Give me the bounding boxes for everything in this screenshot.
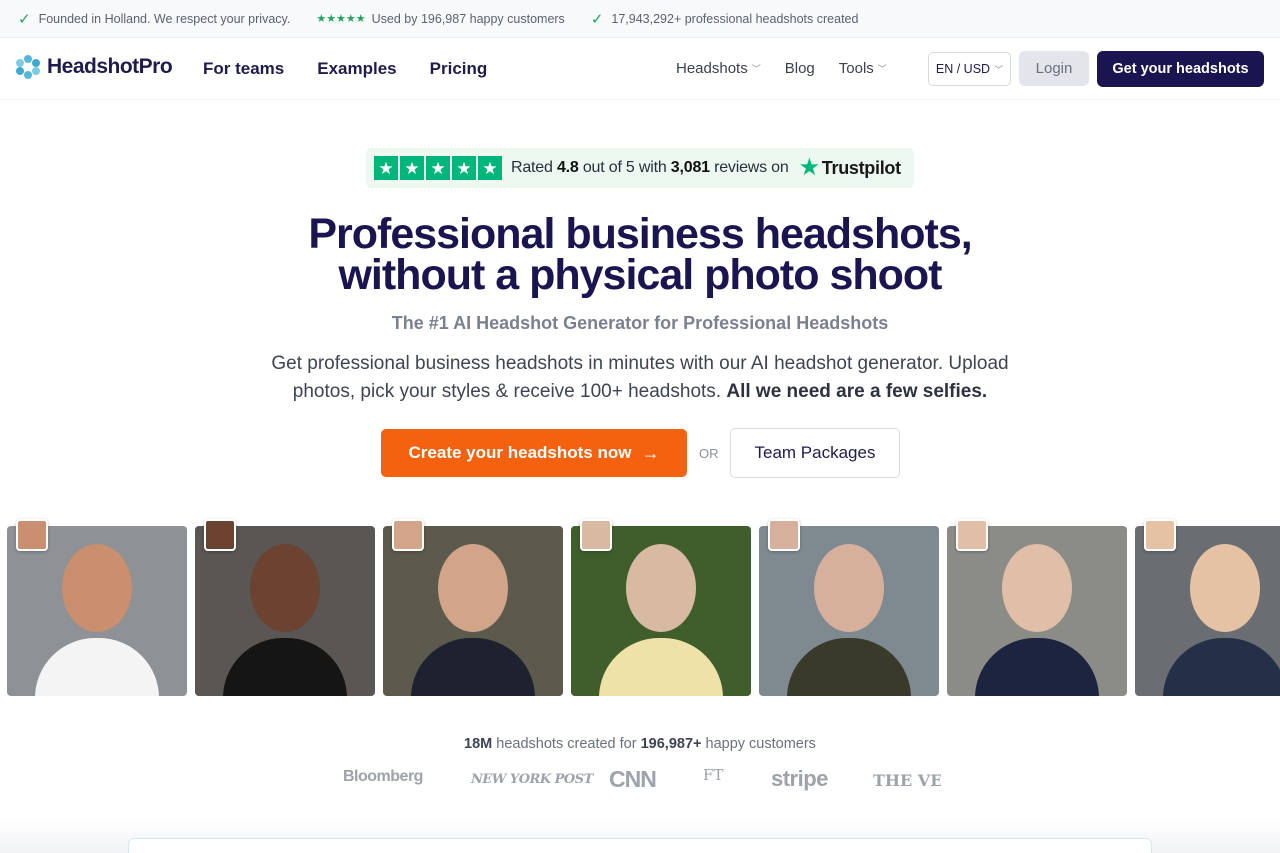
stats-suffix: happy customers xyxy=(705,736,816,752)
create-headshots-label: Create your headshots now xyxy=(408,443,632,462)
trustpilot-badge[interactable]: ★ ★ ★ ★ ★ Rated 4.8 out of 5 with 3,081 … xyxy=(366,148,914,188)
logo[interactable]: HeadshotPro xyxy=(16,55,173,79)
privacy-text: Founded in Holland. We respect your priv… xyxy=(38,11,291,26)
next-section-card xyxy=(128,838,1152,853)
nav-headshots-label: Headshots xyxy=(676,60,748,77)
star-icon: ★ xyxy=(400,156,424,180)
selfie-thumbnail xyxy=(1144,519,1176,551)
arrow-right-icon: → xyxy=(641,442,660,463)
logo-icon xyxy=(16,55,40,79)
description-bold: All we need are a few selfies. xyxy=(726,381,988,402)
chevron-down-icon: ﹀ xyxy=(994,64,1004,75)
team-packages-button[interactable]: Team Packages xyxy=(730,428,900,478)
star-icon: ★ xyxy=(452,156,476,180)
announcement-bar: ✓ Founded in Holland. We respect your pr… xyxy=(0,0,1280,38)
hero-description: Get professional business headshots in m… xyxy=(250,350,1030,406)
nav-link-blog[interactable]: Blog xyxy=(785,60,815,77)
headshot-photo xyxy=(947,526,1127,696)
nav-link-examples[interactable]: Examples xyxy=(317,59,396,79)
nav-link-pricing[interactable]: Pricing xyxy=(430,59,488,79)
press-logo-the-verge: THE VERGE xyxy=(873,771,941,790)
get-headshots-button[interactable]: Get your headshots xyxy=(1097,51,1264,87)
selfie-thumbnail xyxy=(580,519,612,551)
chevron-down-icon: ﹀ xyxy=(877,64,887,74)
headshot-count: 18M xyxy=(464,736,493,752)
photo-head xyxy=(62,544,132,632)
headshots-note: ✓ 17,943,292+ professional headshots cre… xyxy=(591,10,859,28)
nav-link-for-teams[interactable]: For teams xyxy=(203,59,284,79)
chevron-down-icon: ﹀ xyxy=(751,64,761,74)
language-currency-select[interactable]: EN / USD ﹀ xyxy=(928,52,1011,86)
headshot-photo xyxy=(195,526,375,696)
create-headshots-button[interactable]: Create your headshots now → xyxy=(381,429,687,477)
selfie-thumbnail xyxy=(204,519,236,551)
photo-head xyxy=(438,544,508,632)
customer-count: 196,987+ xyxy=(640,736,702,752)
page-subtitle: The #1 AI Headshot Generator for Profess… xyxy=(391,313,889,333)
trustpilot-logo: ★ Trustpilot xyxy=(798,154,902,181)
star-icon: ★ xyxy=(426,156,450,180)
headshots-text: 17,943,292+ professional headshots creat… xyxy=(611,11,859,26)
nav-blog-label: Blog xyxy=(784,60,815,77)
star-icon: ★ xyxy=(478,156,502,180)
nav-tools-label: Tools xyxy=(838,60,874,77)
title-line-1: Professional business headshots, xyxy=(308,210,972,258)
nav-dropdown-tools[interactable]: Tools ﹀ xyxy=(839,60,887,77)
rating-suffix: reviews on xyxy=(714,159,789,176)
secondary-links: Headshots ﹀ Blog Tools ﹀ xyxy=(676,60,911,77)
selfie-thumbnail xyxy=(768,519,800,551)
check-icon: ✓ xyxy=(18,10,31,28)
press-logo-new-york-post: NEW YORK POST xyxy=(471,772,593,787)
privacy-note: ✓ Founded in Holland. We respect your pr… xyxy=(18,10,290,28)
check-icon: ✓ xyxy=(590,10,604,28)
photo-head xyxy=(1002,544,1072,632)
trustpilot-star-icon: ★ xyxy=(798,154,821,181)
photo-head xyxy=(1190,544,1260,632)
customer-stats: 18M headshots created for 196,987+ happy… xyxy=(0,736,1280,752)
primary-links: For teams Examples Pricing xyxy=(203,59,520,79)
photo-head xyxy=(626,544,696,632)
rating-value: 4.8 xyxy=(556,159,579,176)
login-button[interactable]: Login xyxy=(1019,51,1089,86)
photo-head xyxy=(250,544,320,632)
language-currency-value: EN / USD xyxy=(935,62,991,76)
headshot-photo xyxy=(571,526,751,696)
review-count: 3,081 xyxy=(670,159,710,176)
rating-prefix: Rated xyxy=(511,159,553,176)
selfie-thumbnail xyxy=(956,519,988,551)
star-rating-icon: ★★★★★ xyxy=(316,13,366,25)
trustpilot-rating-text: Rated 4.8 out of 5 with 3,081 reviews on xyxy=(511,159,789,177)
title-line-2: without a physical photo shoot xyxy=(338,251,942,299)
headshot-photo xyxy=(7,526,187,696)
main-navigation: HeadshotPro For teams Examples Pricing H… xyxy=(0,38,1280,100)
press-logo-cnn: CNN xyxy=(609,766,657,792)
press-logo-ft: FT xyxy=(703,766,724,784)
trustpilot-brand: Trustpilot xyxy=(821,157,901,178)
headshot-photo xyxy=(1135,526,1280,696)
selfie-thumbnail xyxy=(16,519,48,551)
page-title: Professional business headshots, without… xyxy=(0,210,1280,299)
headshot-photo xyxy=(759,526,939,696)
nav-dropdown-headshots[interactable]: Headshots ﹀ xyxy=(676,60,761,77)
selfie-thumbnail xyxy=(392,519,424,551)
rating-middle: out of 5 with xyxy=(582,159,667,176)
customers-text: Used by 196,987 happy customers xyxy=(371,11,565,26)
star-icon: ★ xyxy=(374,156,398,180)
trustpilot-stars: ★ ★ ★ ★ ★ xyxy=(374,156,502,180)
press-logo-stripe: stripe xyxy=(771,766,828,791)
press-logo-bloomberg: Bloomberg xyxy=(343,768,423,785)
or-separator: OR xyxy=(699,446,719,461)
photo-head xyxy=(814,544,884,632)
stats-middle: headshots created for xyxy=(496,736,637,752)
headshot-photo xyxy=(383,526,563,696)
customers-note: ★★★★★ Used by 196,987 happy customers xyxy=(316,12,564,26)
logo-text: HeadshotPro xyxy=(47,55,173,78)
